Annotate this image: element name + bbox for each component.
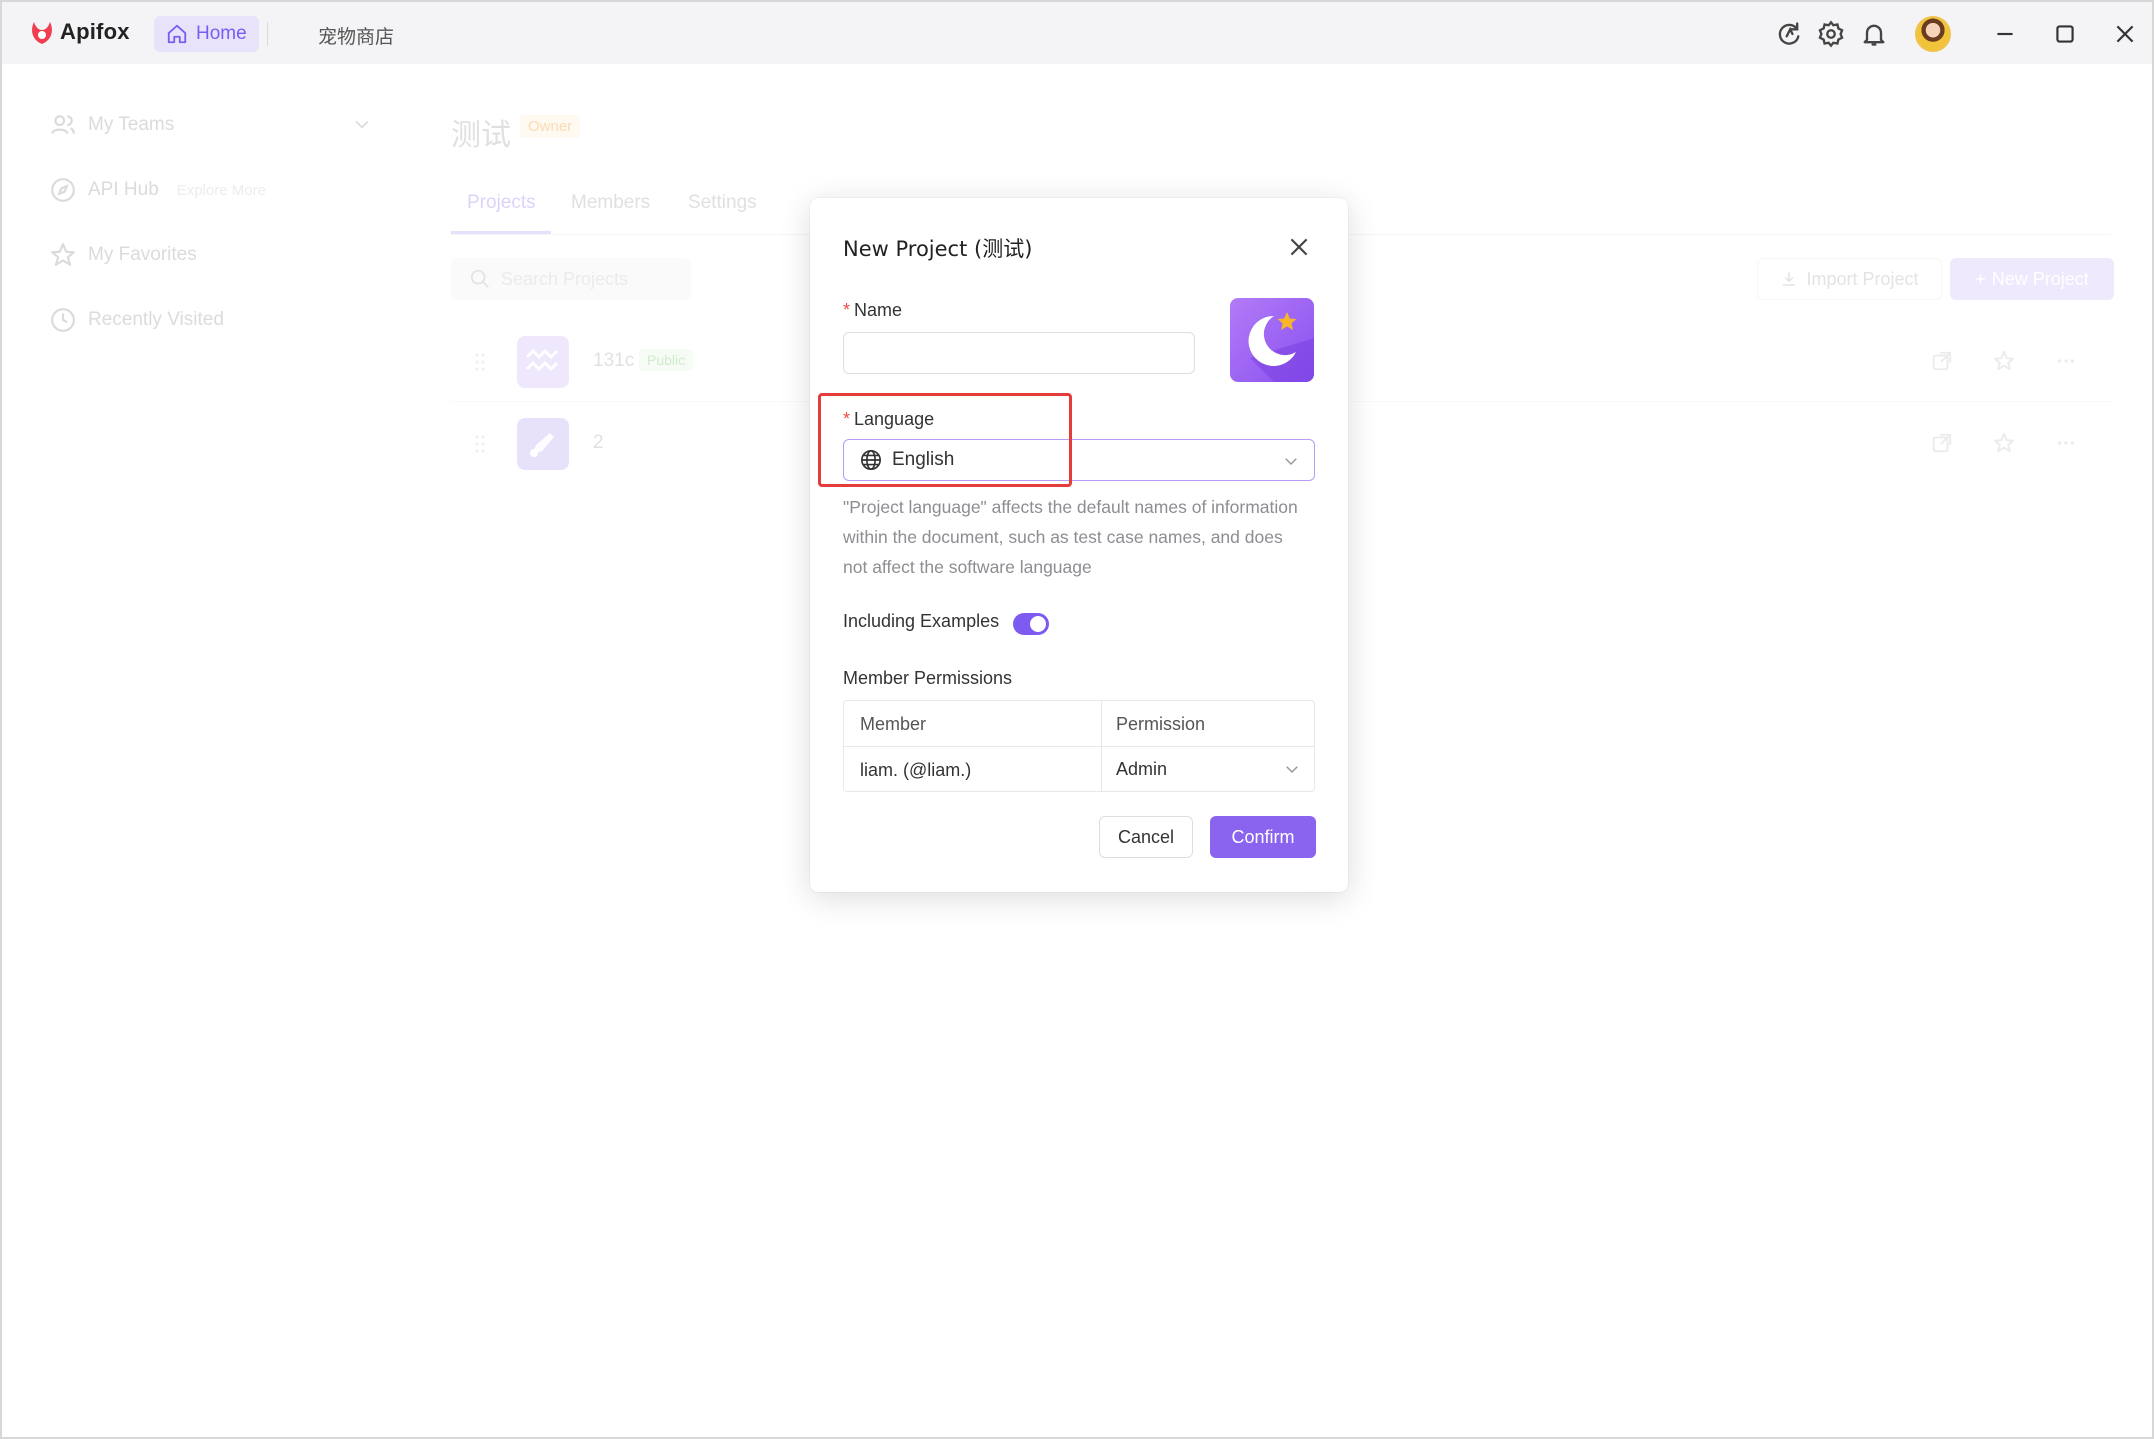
chevron-down-icon [1286, 766, 1298, 774]
close-icon[interactable] [1286, 234, 1312, 260]
gear-icon[interactable] [1817, 20, 1845, 48]
cancel-button[interactable]: Cancel [1099, 816, 1193, 858]
bell-icon[interactable] [1860, 20, 1888, 48]
language-label: * Language [843, 409, 935, 429]
permission-value: Admin [1116, 759, 1168, 779]
app-name: Apifox [60, 19, 130, 44]
title-bar: Apifox Home 宠物商店 [2, 2, 2152, 64]
name-field[interactable] [843, 332, 1195, 374]
including-examples-toggle[interactable] [1013, 613, 1049, 635]
permission-select[interactable]: Admin [1102, 748, 1315, 792]
column-header-member: Member [860, 714, 927, 734]
globe-icon [861, 450, 881, 470]
required-mark: * [843, 409, 851, 429]
language-hint: "Project language" affects the default n… [843, 497, 1298, 577]
confirm-button[interactable]: Confirm [1210, 816, 1316, 858]
apifox-logo-icon [32, 22, 52, 44]
home-icon [167, 24, 187, 44]
dialog-title: New Project (测试) [843, 237, 1033, 261]
required-mark: * [843, 300, 851, 320]
app-logo: Apifox [28, 18, 130, 46]
member-permissions-table: Member Permission liam. (@liam.) Admin [843, 700, 1315, 792]
new-project-dialog: New Project (测试) * Name * Language English [810, 198, 1348, 892]
including-examples-label: Including Examples [843, 611, 1000, 631]
app-window: Apifox Home 宠物商店 My Teams API Hub Explor… [0, 0, 2154, 1439]
avatar[interactable] [1915, 16, 1951, 52]
member-permissions-label: Member Permissions [843, 668, 1013, 688]
tab-home-label: Home [196, 23, 247, 44]
member-cell: liam. (@liam.) [860, 760, 972, 780]
chevron-down-icon [1285, 458, 1297, 466]
language-select[interactable]: English [843, 439, 1315, 481]
language-value: English [892, 449, 955, 470]
column-header-permission: Permission [1116, 714, 1206, 734]
tab-pet-shop[interactable]: 宠物商店 [318, 22, 394, 49]
tab-home[interactable]: Home [154, 16, 259, 52]
tab-divider [267, 22, 268, 46]
maximize-icon[interactable] [2052, 21, 2078, 47]
minimize-icon[interactable] [1992, 21, 2018, 47]
moon-star-icon [1248, 312, 1314, 382]
name-label: * Name [843, 300, 903, 320]
project-icon-picker[interactable] [1230, 298, 1314, 382]
refresh-icon[interactable] [1775, 20, 1803, 48]
close-icon[interactable] [2112, 21, 2138, 47]
